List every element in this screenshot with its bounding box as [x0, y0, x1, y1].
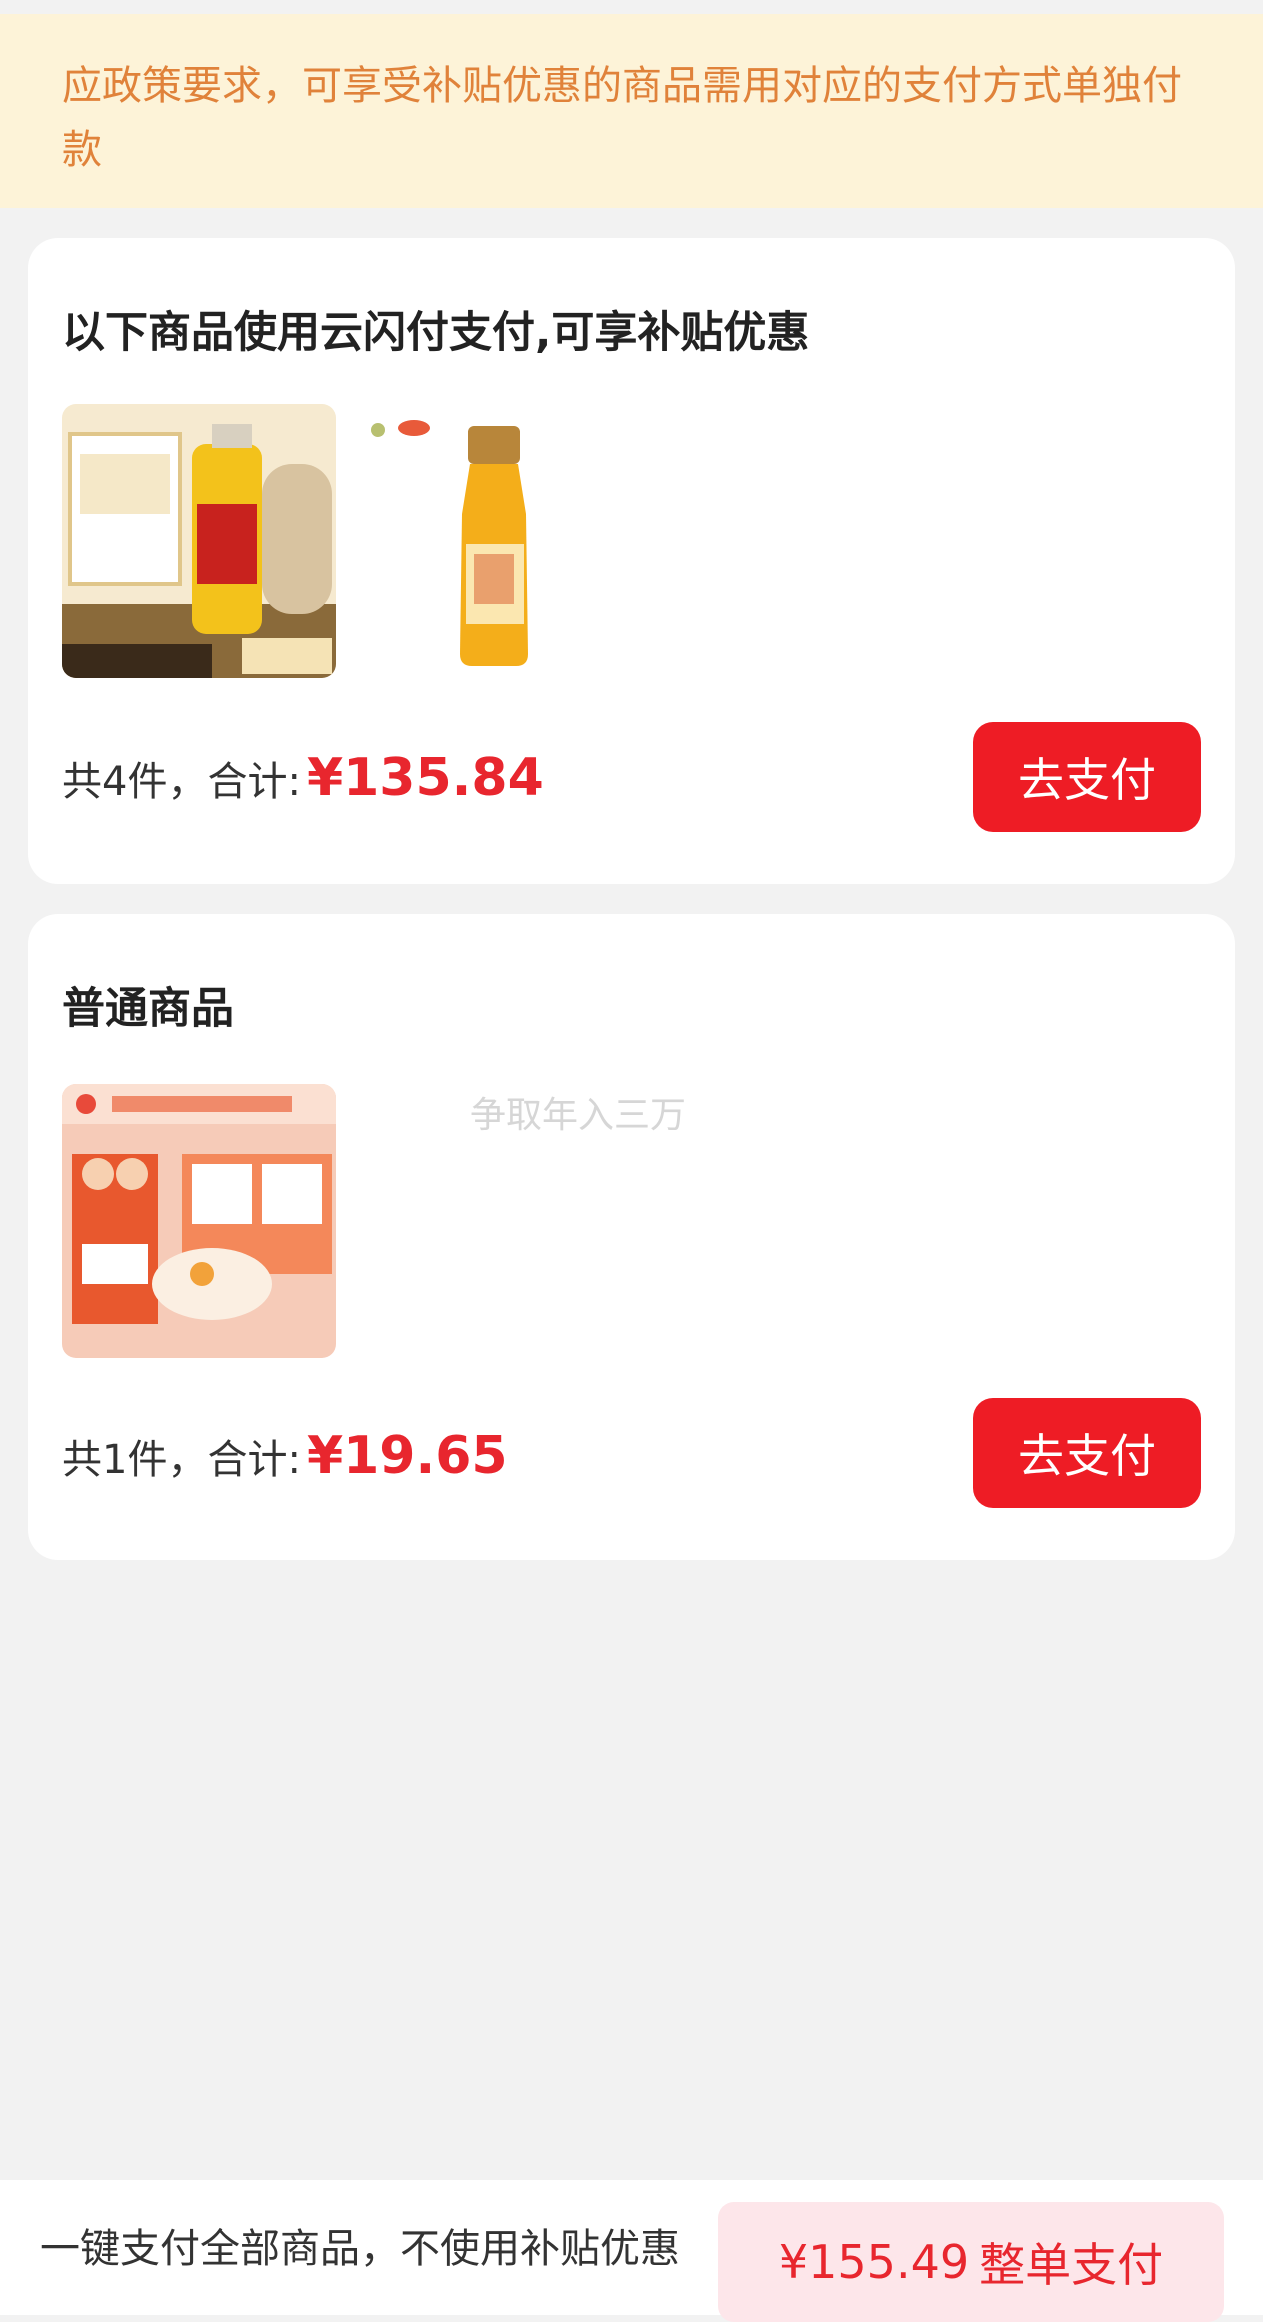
- whole-order-total: ¥155.49: [778, 2235, 970, 2289]
- subsidy-pay-button[interactable]: 去支付: [973, 722, 1201, 832]
- whole-order-pay-button[interactable]: ¥155.49 整单支付: [718, 2202, 1224, 2322]
- snack-box-image[interactable]: [62, 1084, 336, 1358]
- normal-total-price: ¥19.65: [306, 1426, 508, 1486]
- subsidy-summary: 共4件，合计: ¥135.84: [62, 748, 544, 808]
- whole-order-pay-label: 整单支付: [979, 2238, 1164, 2292]
- bottom-pay-bar: 一键支付全部商品，不使用补贴优惠 ¥155.49 整单支付: [0, 2180, 1263, 2322]
- watermark: 争取年入三万: [470, 1095, 687, 1136]
- oil-product-image[interactable]: [62, 404, 336, 678]
- policy-notice-text: 应政策要求，可享受补贴优惠的商品需用对应的支付方式单独付款: [62, 63, 1182, 173]
- pay-all-description: 一键支付全部商品，不使用补贴优惠: [40, 2226, 680, 2272]
- subsidy-summary-label: 共4件，合计:: [62, 759, 301, 805]
- normal-order-card: 普通商品 共1件，合计: ¥19.65 去支付: [28, 914, 1235, 1560]
- subsidy-order-card: 以下商品使用云闪付支付,可享补贴优惠 共4件，合计: ¥135.84 去支付: [28, 238, 1235, 884]
- juice-bottle-image[interactable]: [358, 404, 632, 678]
- normal-card-title: 普通商品: [62, 984, 234, 1034]
- policy-notice: 应政策要求，可享受补贴优惠的商品需用对应的支付方式单独付款: [0, 14, 1263, 208]
- subsidy-card-title: 以下商品使用云闪付支付,可享补贴优惠: [62, 308, 810, 358]
- normal-pay-button[interactable]: 去支付: [973, 1398, 1201, 1508]
- normal-summary-label: 共1件，合计:: [62, 1437, 301, 1483]
- subsidy-total-price: ¥135.84: [306, 748, 544, 808]
- normal-summary: 共1件，合计: ¥19.65: [62, 1426, 508, 1486]
